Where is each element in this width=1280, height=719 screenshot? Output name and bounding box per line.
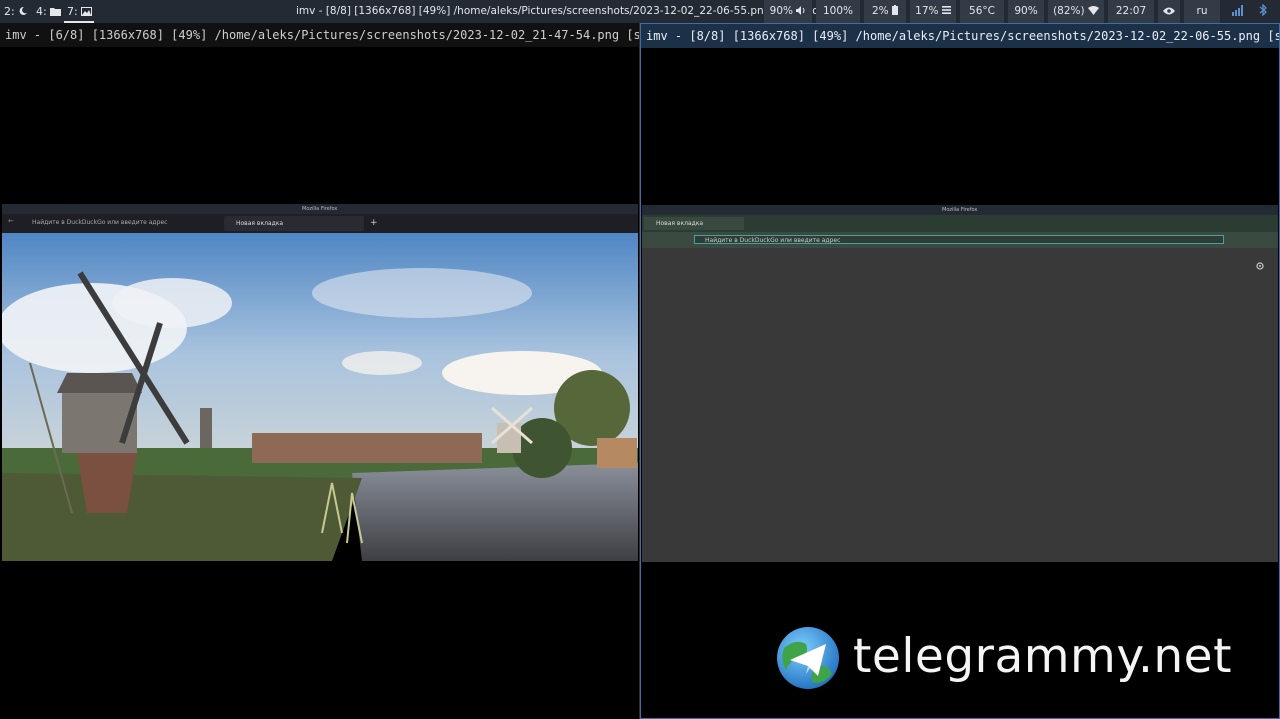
mini-firefox-toolbar: ← Найдите в DuckDuckGo или введите адрес… (2, 214, 638, 233)
temperature-indicator[interactable]: 56°C (960, 0, 1004, 23)
signal-bars-icon (1232, 5, 1243, 16)
idle-inhibitor[interactable] (1158, 0, 1180, 23)
watermark: telegrammy.net (776, 624, 1246, 692)
network-tray[interactable] (1224, 0, 1252, 23)
wifi-value: (82%) (1053, 5, 1085, 17)
temperature-value: 56°C (969, 5, 995, 17)
mini-bar-title: Mozilla Firefox (942, 207, 978, 213)
memory-value: 90% (1014, 5, 1038, 17)
mini-url-bar: Найдите в DuckDuckGo или введите адрес (694, 235, 1224, 244)
clock[interactable]: 22:07 (1108, 0, 1154, 23)
folder-icon (50, 8, 62, 16)
workspace-4[interactable]: 4: (36, 0, 62, 23)
mini-bar-title: Mozilla Firefox (302, 206, 338, 212)
back-arrow-icon: ← (8, 217, 14, 225)
window-title: imv - [8/8] [1366x768] [49%] /home/aleks… (296, 5, 837, 17)
menu-lines-icon (941, 6, 951, 14)
moon-icon (19, 6, 28, 15)
gear-icon (1256, 262, 1264, 270)
imv-title-left: imv - [6/8] [1366x768] [49%] /home/aleks… (0, 23, 639, 47)
wifi-indicator[interactable]: (82%) (1048, 0, 1104, 23)
bluetooth-tray[interactable] (1254, 0, 1272, 23)
mini-status-bar: Mozilla Firefox (642, 205, 1278, 215)
screenshot-image-left: Mozilla Firefox ← Найдите в DuckDuckGo и… (2, 204, 638, 561)
mini-new-tab-icon: + (370, 218, 378, 228)
workspace-2[interactable]: 2: (4, 0, 30, 23)
mini-tab-strip: Новая вкладка (642, 215, 1278, 232)
battery-value: 2% (871, 5, 889, 17)
workspace-number: 7: (67, 5, 78, 18)
memory-indicator[interactable]: 90% (1008, 0, 1044, 23)
telegram-globe-logo (777, 627, 839, 689)
bluetooth-icon (1259, 3, 1267, 17)
mini-nav-bar: Найдите в DuckDuckGo или введите адрес (642, 232, 1278, 248)
wifi-icon (1087, 6, 1099, 15)
top-status-bar: 2: 4: 7: imv - [8/8] [1366x768] [49%] /h… (0, 0, 1280, 23)
brightness-indicator[interactable]: 100% (816, 0, 860, 23)
windmill-wallpaper (2, 233, 638, 561)
cpu-value: 17% (915, 5, 939, 17)
imv-title-right: imv - [8/8] [1366x768] [49%] /home/aleks… (641, 24, 1279, 48)
mini-tab-label: Новая вкладка (236, 220, 284, 227)
image-icon (81, 7, 93, 16)
volume-value: 90% (769, 5, 793, 17)
mini-url-placeholder: Найдите в DuckDuckGo или введите адрес (705, 237, 841, 244)
watermark-text: telegrammy.net (853, 629, 1233, 684)
mini-tab: Новая вкладка (224, 216, 364, 231)
cpu-indicator[interactable]: 17% (910, 0, 956, 23)
eye-icon (1163, 7, 1175, 15)
mini-tab-label: Новая вкладка (656, 220, 704, 227)
keyboard-layout[interactable]: ru (1184, 0, 1220, 23)
mini-newtab-page (642, 248, 1278, 562)
battery-icon (892, 5, 898, 15)
layout-value: ru (1196, 5, 1208, 17)
clock-value: 22:07 (1115, 5, 1147, 17)
mini-url-bar: Найдите в DuckDuckGo или введите адрес (22, 217, 202, 229)
workspace-7[interactable]: 7: (64, 0, 94, 23)
volume-indicator[interactable]: 90% (764, 0, 812, 23)
brightness-value: 100% (822, 5, 854, 17)
mini-tab: Новая вкладка (644, 217, 744, 230)
speaker-icon (796, 6, 805, 15)
mini-url-placeholder: Найдите в DuckDuckGo или введите адрес (32, 219, 168, 226)
imv-window-left[interactable]: imv - [6/8] [1366x768] [49%] /home/aleks… (0, 23, 640, 719)
mini-status-bar: Mozilla Firefox (2, 204, 638, 214)
screenshot-image-right: Mozilla Firefox Новая вкладка Найдите в … (642, 205, 1278, 562)
imv-window-right[interactable]: imv - [8/8] [1366x768] [49%] /home/aleks… (640, 23, 1280, 719)
workspace-number: 2: (4, 5, 15, 18)
workspace-number: 4: (36, 5, 47, 18)
battery-indicator[interactable]: 2% (864, 0, 906, 23)
